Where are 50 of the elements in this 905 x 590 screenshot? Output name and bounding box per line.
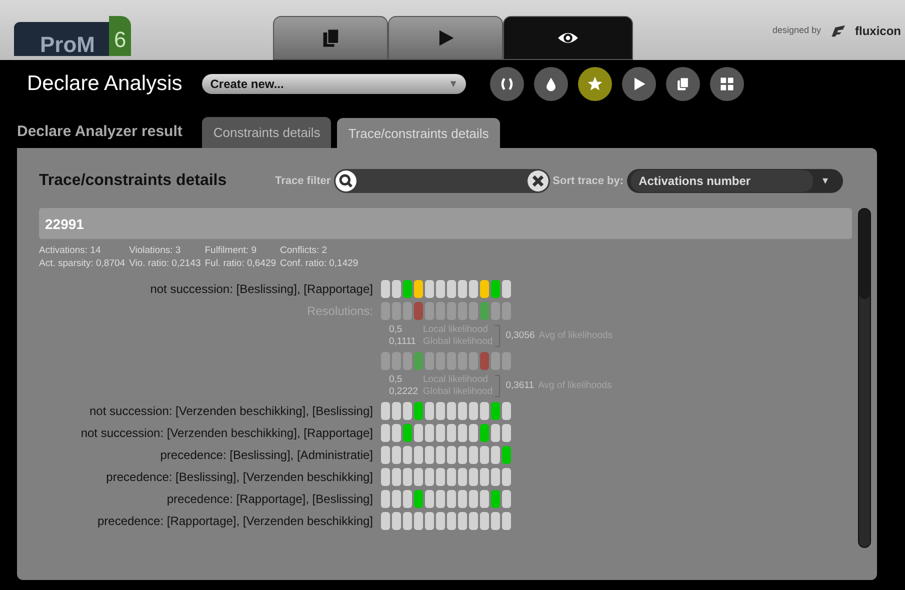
- toolbar-button[interactable]: [578, 67, 612, 101]
- credit-text: designed by: [772, 24, 821, 38]
- panel-title: Trace/constraints details: [39, 171, 228, 191]
- constraint-name: not succession: [Verzenden beschikking], [Beslissing]: [88, 403, 374, 420]
- scroll-thumb[interactable]: [859, 209, 870, 299]
- trace-id: 22991: [39, 208, 852, 239]
- clear-icon: [526, 170, 549, 192]
- star-icon: [586, 75, 604, 93]
- company-name: fluxicon: [854, 23, 901, 40]
- stat-text: Conflicts: 2: [280, 244, 328, 257]
- stat-text: Violations: 3: [129, 244, 182, 257]
- constraint-name: not succession: [Verzenden beschikking], [Rapportage]: [80, 425, 374, 442]
- toolbar-button[interactable]: [490, 67, 524, 101]
- toolbar-button[interactable]: [534, 67, 568, 101]
- search-icon: [334, 170, 357, 192]
- likelihood-value: 0,5: [389, 374, 404, 386]
- filter-label: Trace filter: [275, 174, 331, 189]
- stat-text: Fulfilment: 9: [204, 244, 258, 257]
- likelihood-value: 0,1111: [389, 336, 417, 348]
- logo-version: 6: [109, 16, 132, 56]
- scrollbar[interactable]: [858, 208, 871, 548]
- toolbar-button[interactable]: [622, 67, 656, 101]
- constraint-name: precedence: [Rapportage], [Beslissing]: [166, 491, 374, 508]
- stat-text: Conf. ratio: 0,1429: [280, 257, 358, 270]
- result-title: Declare Analyzer result: [17, 122, 182, 142]
- view-tab[interactable]: [273, 16, 388, 60]
- likelihood-value: 0,2222: [389, 386, 420, 398]
- view-tab[interactable]: [503, 16, 634, 60]
- tab[interactable]: Constraints details: [202, 116, 332, 148]
- toolbar-button[interactable]: [710, 67, 744, 101]
- grid-icon: [718, 75, 736, 93]
- view-title: Declare Analysis: [27, 71, 182, 98]
- trace-filter-field[interactable]: [334, 169, 550, 193]
- create-dropdown[interactable]: Create new... ▼: [202, 74, 466, 94]
- average-value: 0,3611: [506, 380, 534, 392]
- average-value: 0,3056: [506, 330, 535, 342]
- constraint-name: precedence: [Beslissing], [Administratie]: [159, 447, 374, 464]
- constraint-name: precedence: [Rapportage], [Verzenden beschikking]: [96, 513, 374, 530]
- stat-text: Act. sparsity: 0,8704: [39, 257, 126, 270]
- view-tab[interactable]: [388, 16, 504, 60]
- likelihood-value: 0,5: [389, 324, 404, 336]
- toolbar-button[interactable]: [666, 67, 700, 101]
- constraint-name: precedence: [Beslissing], [Verzenden beschikking]: [105, 469, 374, 486]
- stat-text: Vio. ratio: 0,2143: [129, 257, 201, 270]
- logo-name: ProM: [14, 22, 109, 56]
- stat-text: Ful. ratio: 0,6429: [204, 257, 276, 270]
- constraint-name: not succession: [Beslissing], [Rapportage]: [149, 281, 374, 298]
- sort-dropdown[interactable]: Activations number ▾: [626, 169, 843, 193]
- sort-label: Sort trace by:: [552, 174, 624, 189]
- stat-text: Activations: 14: [39, 244, 102, 257]
